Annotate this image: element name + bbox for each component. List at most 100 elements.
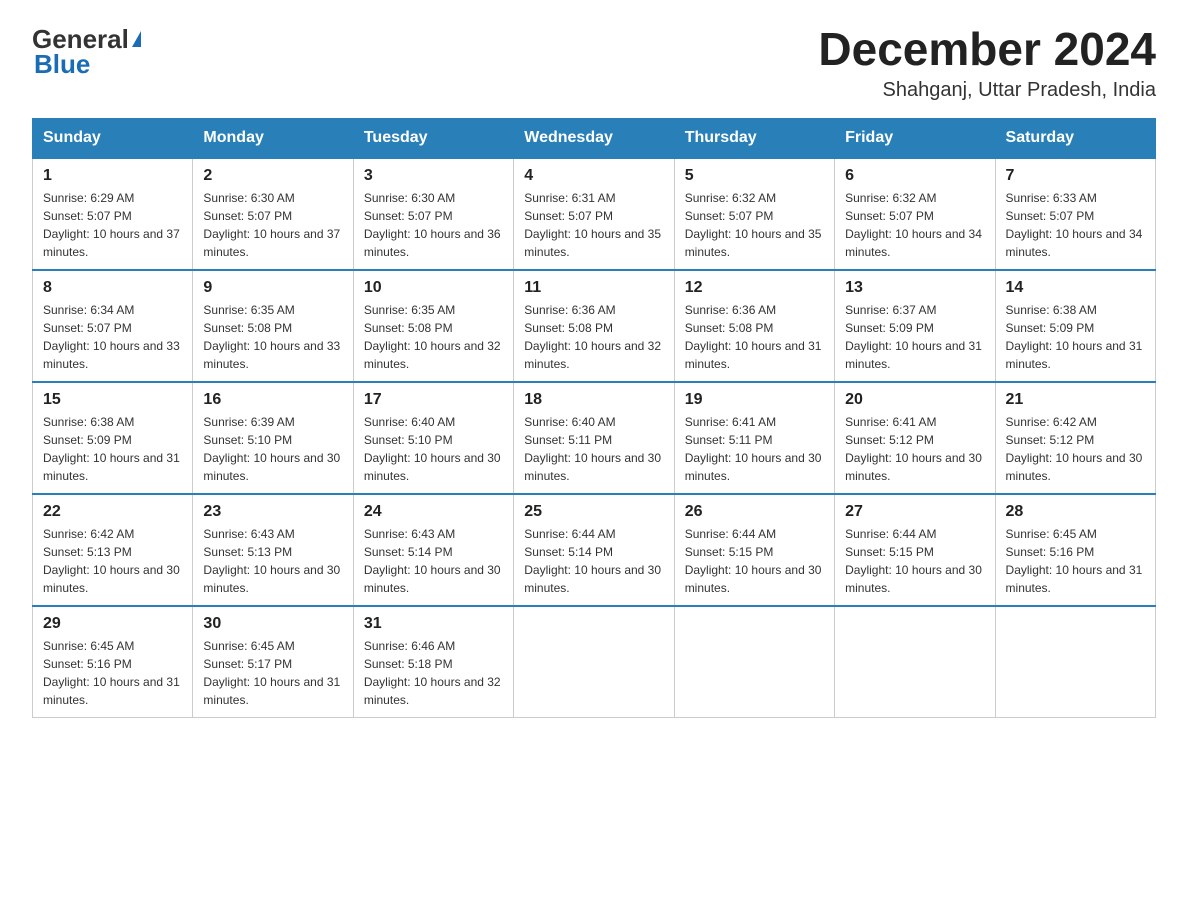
day-info: Sunrise: 6:32 AMSunset: 5:07 PMDaylight:… [685,189,824,261]
calendar-cell: 10 Sunrise: 6:35 AMSunset: 5:08 PMDayligh… [353,270,513,382]
calendar-cell: 6 Sunrise: 6:32 AMSunset: 5:07 PMDaylight… [835,158,995,270]
calendar-cell: 31 Sunrise: 6:46 AMSunset: 5:18 PMDayligh… [353,606,513,718]
day-number: 3 [364,167,503,185]
day-info: Sunrise: 6:36 AMSunset: 5:08 PMDaylight:… [685,301,824,373]
calendar-table: SundayMondayTuesdayWednesdayThursdayFrid… [32,118,1156,718]
calendar-cell [835,606,995,718]
day-number: 17 [364,391,503,409]
day-number: 23 [203,503,342,521]
day-number: 14 [1006,279,1145,297]
day-number: 27 [845,503,984,521]
day-number: 19 [685,391,824,409]
day-number: 22 [43,503,182,521]
day-info: Sunrise: 6:35 AMSunset: 5:08 PMDaylight:… [203,301,342,373]
day-info: Sunrise: 6:29 AMSunset: 5:07 PMDaylight:… [43,189,182,261]
calendar-week-row: 15 Sunrise: 6:38 AMSunset: 5:09 PMDayligh… [33,382,1156,494]
location-subtitle: Shahganj, Uttar Pradesh, India [818,79,1156,102]
day-info: Sunrise: 6:40 AMSunset: 5:10 PMDaylight:… [364,413,503,485]
calendar-cell: 28 Sunrise: 6:45 AMSunset: 5:16 PMDayligh… [995,494,1155,606]
day-number: 10 [364,279,503,297]
day-number: 13 [845,279,984,297]
calendar-cell [995,606,1155,718]
day-info: Sunrise: 6:33 AMSunset: 5:07 PMDaylight:… [1006,189,1145,261]
day-number: 26 [685,503,824,521]
title-block: December 2024 Shahganj, Uttar Pradesh, I… [818,24,1156,102]
calendar-cell: 1 Sunrise: 6:29 AMSunset: 5:07 PMDaylight… [33,158,193,270]
day-info: Sunrise: 6:42 AMSunset: 5:12 PMDaylight:… [1006,413,1145,485]
calendar-cell: 13Sunrise: 6:37 AMSunset: 5:09 PMDayligh… [835,270,995,382]
day-info: Sunrise: 6:46 AMSunset: 5:18 PMDaylight:… [364,637,503,709]
calendar-cell [674,606,834,718]
calendar-cell: 27Sunrise: 6:44 AMSunset: 5:15 PMDayligh… [835,494,995,606]
day-info: Sunrise: 6:42 AMSunset: 5:13 PMDaylight:… [43,525,182,597]
calendar-header-wednesday: Wednesday [514,118,674,158]
day-number: 25 [524,503,663,521]
day-info: Sunrise: 6:30 AMSunset: 5:07 PMDaylight:… [364,189,503,261]
day-number: 2 [203,167,342,185]
calendar-cell: 9 Sunrise: 6:35 AMSunset: 5:08 PMDaylight… [193,270,353,382]
calendar-cell: 30Sunrise: 6:45 AMSunset: 5:17 PMDayligh… [193,606,353,718]
calendar-week-row: 8Sunrise: 6:34 AMSunset: 5:07 PMDaylight… [33,270,1156,382]
calendar-week-row: 22 Sunrise: 6:42 AMSunset: 5:13 PMDayligh… [33,494,1156,606]
calendar-header-monday: Monday [193,118,353,158]
day-info: Sunrise: 6:45 AMSunset: 5:16 PMDaylight:… [43,637,182,709]
day-info: Sunrise: 6:41 AMSunset: 5:12 PMDaylight:… [845,413,984,485]
day-number: 24 [364,503,503,521]
day-info: Sunrise: 6:39 AMSunset: 5:10 PMDaylight:… [203,413,342,485]
day-number: 6 [845,167,984,185]
calendar-cell: 14Sunrise: 6:38 AMSunset: 5:09 PMDayligh… [995,270,1155,382]
day-number: 7 [1006,167,1145,185]
calendar-cell: 23Sunrise: 6:43 AMSunset: 5:13 PMDayligh… [193,494,353,606]
calendar-header-friday: Friday [835,118,995,158]
day-info: Sunrise: 6:44 AMSunset: 5:15 PMDaylight:… [685,525,824,597]
calendar-week-row: 29 Sunrise: 6:45 AMSunset: 5:16 PMDayligh… [33,606,1156,718]
day-number: 8 [43,279,182,297]
calendar-cell: 26 Sunrise: 6:44 AMSunset: 5:15 PMDayligh… [674,494,834,606]
day-number: 1 [43,167,182,185]
day-number: 28 [1006,503,1145,521]
calendar-cell: 16Sunrise: 6:39 AMSunset: 5:10 PMDayligh… [193,382,353,494]
logo-triangle-icon [132,31,141,47]
calendar-header-sunday: Sunday [33,118,193,158]
calendar-cell: 19Sunrise: 6:41 AMSunset: 5:11 PMDayligh… [674,382,834,494]
calendar-cell: 15 Sunrise: 6:38 AMSunset: 5:09 PMDayligh… [33,382,193,494]
day-number: 9 [203,279,342,297]
calendar-cell: 3 Sunrise: 6:30 AMSunset: 5:07 PMDaylight… [353,158,513,270]
day-info: Sunrise: 6:30 AMSunset: 5:07 PMDaylight:… [203,189,342,261]
day-number: 4 [524,167,663,185]
calendar-header-thursday: Thursday [674,118,834,158]
day-number: 29 [43,615,182,633]
day-info: Sunrise: 6:35 AMSunset: 5:08 PMDaylight:… [364,301,503,373]
page-header: General Blue December 2024 Shahganj, Utt… [32,24,1156,102]
day-number: 21 [1006,391,1145,409]
calendar-cell: 12Sunrise: 6:36 AMSunset: 5:08 PMDayligh… [674,270,834,382]
day-info: Sunrise: 6:40 AMSunset: 5:11 PMDaylight:… [524,413,663,485]
calendar-cell: 11Sunrise: 6:36 AMSunset: 5:08 PMDayligh… [514,270,674,382]
calendar-header-saturday: Saturday [995,118,1155,158]
day-number: 15 [43,391,182,409]
calendar-header-tuesday: Tuesday [353,118,513,158]
day-info: Sunrise: 6:45 AMSunset: 5:17 PMDaylight:… [203,637,342,709]
day-info: Sunrise: 6:45 AMSunset: 5:16 PMDaylight:… [1006,525,1145,597]
day-number: 31 [364,615,503,633]
calendar-header-row: SundayMondayTuesdayWednesdayThursdayFrid… [33,118,1156,158]
calendar-cell: 29 Sunrise: 6:45 AMSunset: 5:16 PMDayligh… [33,606,193,718]
month-year-title: December 2024 [818,24,1156,75]
day-info: Sunrise: 6:44 AMSunset: 5:14 PMDaylight:… [524,525,663,597]
calendar-cell: 2 Sunrise: 6:30 AMSunset: 5:07 PMDaylight… [193,158,353,270]
calendar-week-row: 1 Sunrise: 6:29 AMSunset: 5:07 PMDaylight… [33,158,1156,270]
calendar-cell: 21 Sunrise: 6:42 AMSunset: 5:12 PMDayligh… [995,382,1155,494]
day-number: 20 [845,391,984,409]
calendar-cell: 25 Sunrise: 6:44 AMSunset: 5:14 PMDayligh… [514,494,674,606]
calendar-cell: 24 Sunrise: 6:43 AMSunset: 5:14 PMDayligh… [353,494,513,606]
day-number: 11 [524,279,663,297]
calendar-cell: 22 Sunrise: 6:42 AMSunset: 5:13 PMDayligh… [33,494,193,606]
day-info: Sunrise: 6:38 AMSunset: 5:09 PMDaylight:… [43,413,182,485]
calendar-cell [514,606,674,718]
day-info: Sunrise: 6:32 AMSunset: 5:07 PMDaylight:… [845,189,984,261]
logo: General Blue [32,24,141,80]
day-number: 5 [685,167,824,185]
calendar-cell: 17 Sunrise: 6:40 AMSunset: 5:10 PMDayligh… [353,382,513,494]
calendar-cell: 8Sunrise: 6:34 AMSunset: 5:07 PMDaylight… [33,270,193,382]
day-info: Sunrise: 6:43 AMSunset: 5:14 PMDaylight:… [364,525,503,597]
